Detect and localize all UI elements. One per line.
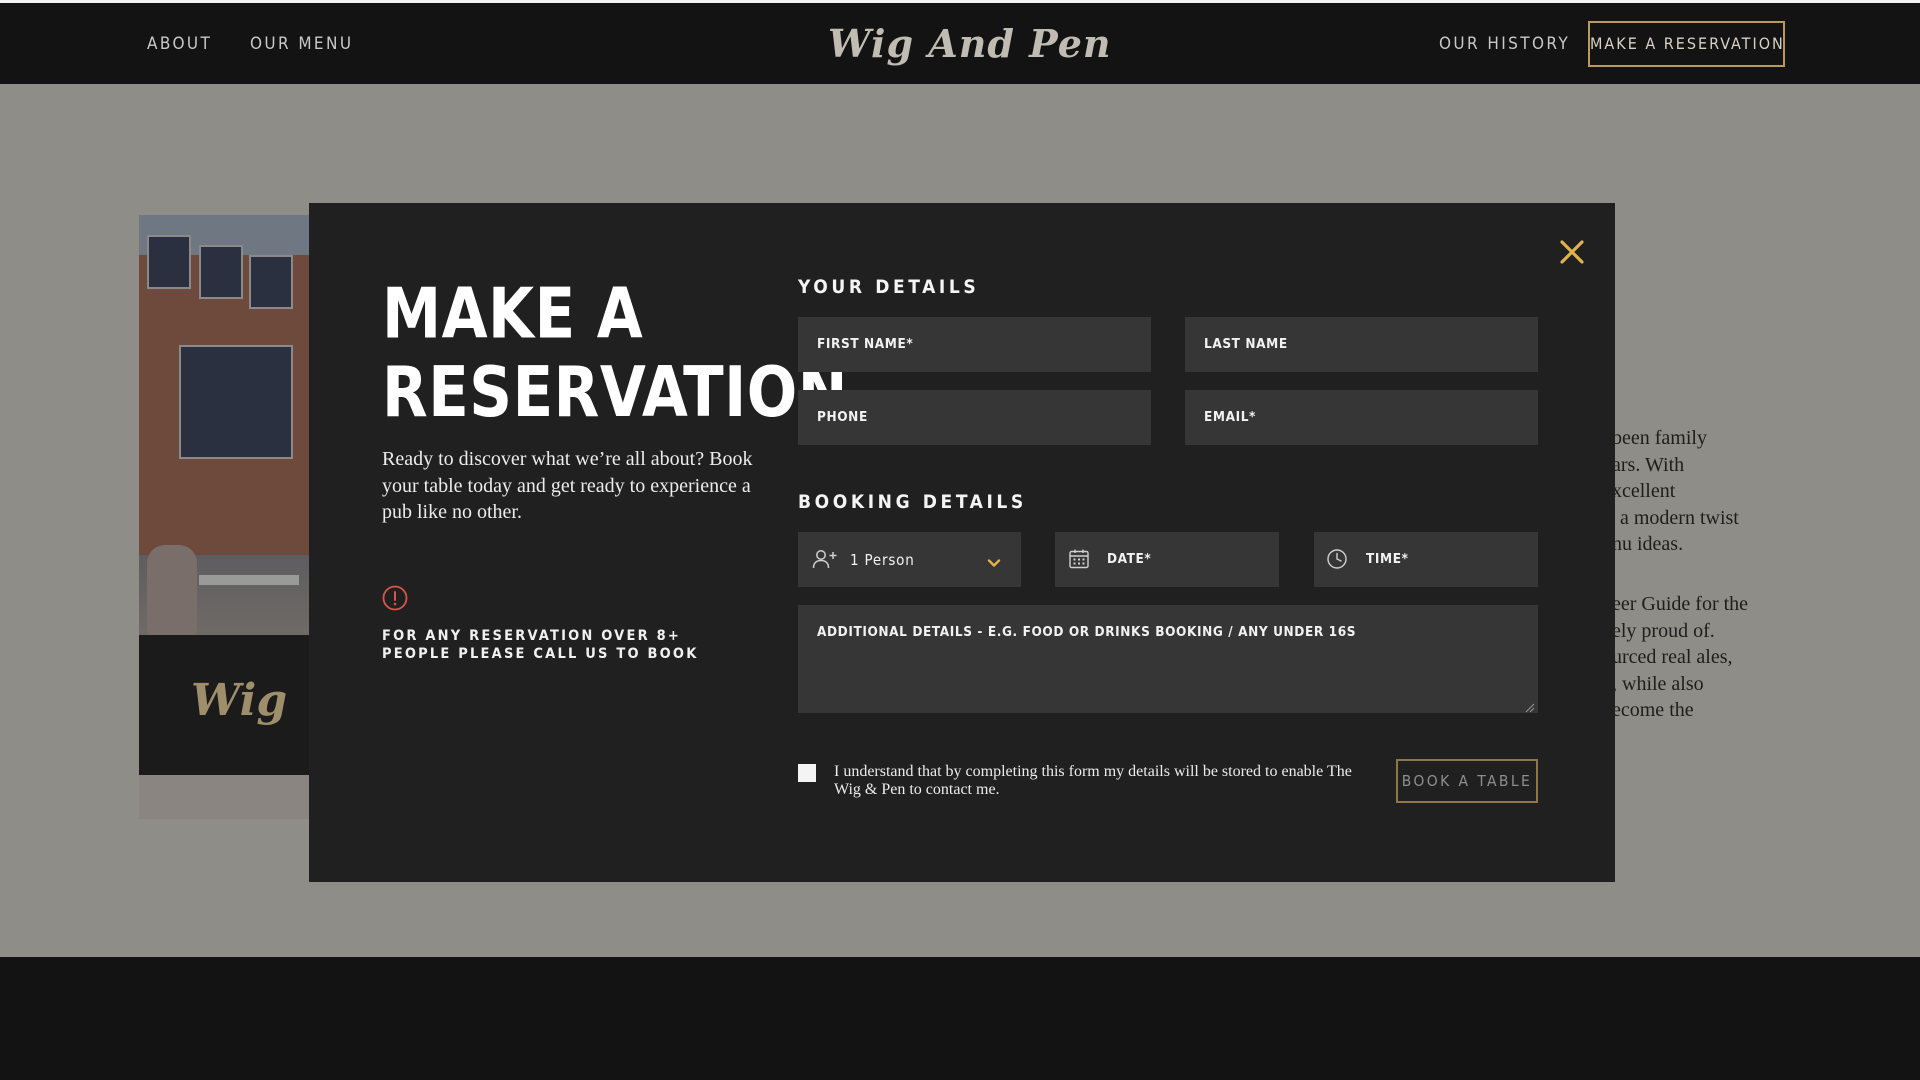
phone-placeholder: PHONE [817,409,868,425]
add-person-icon [812,548,837,570]
last-name-field[interactable]: LAST NAME [1185,317,1538,372]
date-field[interactable]: DATE* [1055,532,1279,587]
additional-details-placeholder: ADDITIONAL DETAILS - E.G. FOOD OR DRINKS… [817,624,1357,640]
top-navigation: ABOUT OUR MENU Wig And Pen OUR HISTORY M… [0,0,1920,84]
book-a-table-button[interactable]: BOOK A TABLE [1396,759,1538,803]
site-logo[interactable]: Wig And Pen [828,19,1111,69]
pub-sign-text: Wig [191,675,288,726]
resize-handle-icon[interactable] [1525,700,1535,713]
email-placeholder: EMAIL* [1204,409,1256,425]
first-name-placeholder: FIRST NAME* [817,336,914,352]
alert-icon [382,585,408,611]
email-field[interactable]: EMAIL* [1185,390,1538,445]
large-party-warning: FOR ANY RESERVATION OVER 8+ PEOPLE PLEAS… [382,628,699,662]
last-name-placeholder: LAST NAME [1204,336,1288,352]
reservation-modal: MAKE A RESERVATION Ready to discover wha… [309,203,1615,882]
make-reservation-button[interactable]: MAKE A RESERVATION [1588,21,1785,67]
booking-details-heading: BOOKING DETAILS [798,491,1027,513]
clock-icon [1326,548,1350,570]
pub-exterior-photo: Wig [139,215,310,819]
nav-link-about[interactable]: ABOUT [147,34,212,54]
consent-text: I understand that by completing this for… [834,763,1352,798]
modal-title: MAKE A RESERVATION [382,272,848,433]
nav-link-our-history[interactable]: OUR HISTORY [1439,34,1570,54]
nav-link-our-menu[interactable]: OUR MENU [250,34,353,54]
first-name-field[interactable]: FIRST NAME* [798,317,1151,372]
time-placeholder: TIME* [1366,551,1409,567]
background-paragraph-2: eer Guide for the ely proud of. urced re… [1612,593,1749,721]
modal-description: Ready to discover what we’re all about? … [382,448,753,523]
phone-field[interactable]: PHONE [798,390,1151,445]
party-size-value: 1 Person [850,551,915,569]
party-size-select[interactable]: 1 Person [798,532,1021,587]
chevron-down-icon [987,555,1001,567]
background-paragraph-1: been family ars. With xcellent a modern … [1612,427,1739,555]
date-placeholder: DATE* [1107,551,1152,567]
time-field[interactable]: TIME* [1314,532,1538,587]
page-footer [0,957,1920,1080]
consent-checkbox[interactable] [798,764,816,782]
your-details-heading: YOUR DETAILS [798,276,980,298]
close-icon[interactable] [1556,236,1588,268]
calendar-icon [1068,548,1092,570]
additional-details-textarea[interactable]: ADDITIONAL DETAILS - E.G. FOOD OR DRINKS… [798,605,1538,713]
